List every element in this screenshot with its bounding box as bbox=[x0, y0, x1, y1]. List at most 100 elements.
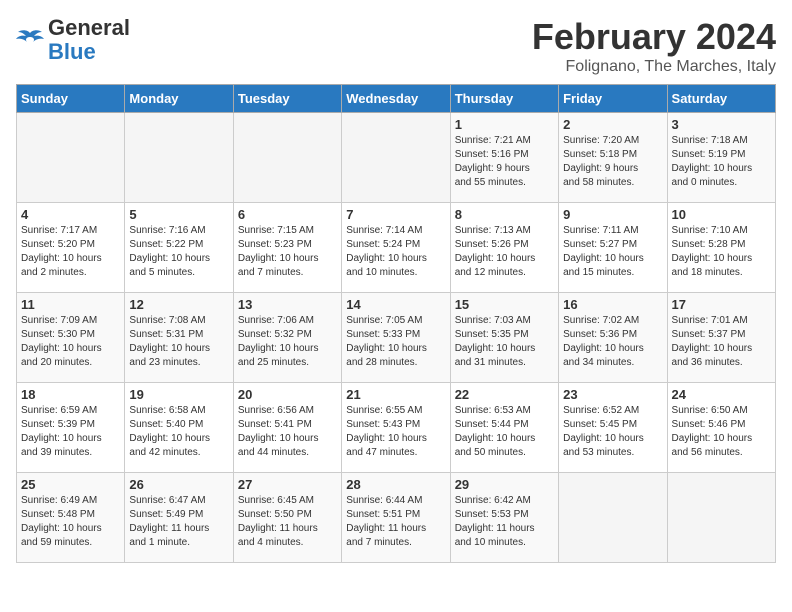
day-info: Sunrise: 6:49 AMSunset: 5:48 PMDaylight:… bbox=[21, 494, 120, 550]
calendar-cell: 8 Sunrise: 7:13 AMSunset: 5:26 PMDaylight… bbox=[450, 203, 558, 293]
day-info: Sunrise: 7:10 AMSunset: 5:28 PMDaylight:… bbox=[672, 224, 771, 280]
day-info: Sunrise: 7:02 AMSunset: 5:36 PMDaylight:… bbox=[563, 314, 662, 370]
calendar-cell: 14Sunrise: 7:05 AMSunset: 5:33 PMDayligh… bbox=[342, 293, 450, 383]
calendar-cell: 20 Sunrise: 6:56 AMSunset: 5:41 PMDayligh… bbox=[233, 383, 341, 473]
day-number: 26 bbox=[129, 477, 228, 492]
day-info: Sunrise: 6:44 AMSunset: 5:51 PMDaylight:… bbox=[346, 494, 445, 550]
day-header-monday: Monday bbox=[125, 85, 233, 113]
day-number: 18 bbox=[21, 387, 120, 402]
day-info: Sunrise: 7:13 AMSunset: 5:26 PMDaylight:… bbox=[455, 224, 554, 280]
day-number: 7 bbox=[346, 207, 445, 222]
calendar-cell: 4 Sunrise: 7:17 AMSunset: 5:20 PMDaylight… bbox=[17, 203, 125, 293]
calendar-cell: 7 Sunrise: 7:14 AMSunset: 5:24 PMDaylight… bbox=[342, 203, 450, 293]
calendar-cell: 1 Sunrise: 7:21 AMSunset: 5:16 PMDaylight… bbox=[450, 113, 558, 203]
day-info: Sunrise: 7:14 AMSunset: 5:24 PMDaylight:… bbox=[346, 224, 445, 280]
day-header-tuesday: Tuesday bbox=[233, 85, 341, 113]
calendar-cell: 29 Sunrise: 6:42 AMSunset: 5:53 PMDayligh… bbox=[450, 473, 558, 563]
calendar-cell: 2 Sunrise: 7:20 AMSunset: 5:18 PMDaylight… bbox=[559, 113, 667, 203]
day-number: 23 bbox=[563, 387, 662, 402]
calendar-cell: 17 Sunrise: 7:01 AMSunset: 5:37 PMDayligh… bbox=[667, 293, 775, 383]
title-area: February 2024 Folignano, The Marches, It… bbox=[532, 16, 776, 76]
logo: GeneralBlue bbox=[16, 16, 130, 64]
calendar-cell: 9 Sunrise: 7:11 AMSunset: 5:27 PMDaylight… bbox=[559, 203, 667, 293]
day-number: 13 bbox=[238, 297, 337, 312]
calendar-cell: 10 Sunrise: 7:10 AMSunset: 5:28 PMDayligh… bbox=[667, 203, 775, 293]
day-info: Sunrise: 6:42 AMSunset: 5:53 PMDaylight:… bbox=[455, 494, 554, 550]
calendar-cell: 13 Sunrise: 7:06 AMSunset: 5:32 PMDayligh… bbox=[233, 293, 341, 383]
day-number: 20 bbox=[238, 387, 337, 402]
calendar-cell: 28 Sunrise: 6:44 AMSunset: 5:51 PMDayligh… bbox=[342, 473, 450, 563]
calendar-cell bbox=[667, 473, 775, 563]
day-number: 27 bbox=[238, 477, 337, 492]
day-number: 22 bbox=[455, 387, 554, 402]
day-header-friday: Friday bbox=[559, 85, 667, 113]
header: GeneralBlue February 2024 Folignano, The… bbox=[16, 16, 776, 76]
day-number: 8 bbox=[455, 207, 554, 222]
calendar-cell bbox=[17, 113, 125, 203]
main-title: February 2024 bbox=[532, 16, 776, 58]
calendar-cell bbox=[559, 473, 667, 563]
day-number: 12 bbox=[129, 297, 228, 312]
calendar-cell: 16 Sunrise: 7:02 AMSunset: 5:36 PMDayligh… bbox=[559, 293, 667, 383]
day-info: Sunrise: 6:45 AMSunset: 5:50 PMDaylight:… bbox=[238, 494, 337, 550]
calendar-cell: 11 Sunrise: 7:09 AMSunset: 5:30 PMDayligh… bbox=[17, 293, 125, 383]
day-number: 11 bbox=[21, 297, 120, 312]
day-number: 29 bbox=[455, 477, 554, 492]
day-number: 5 bbox=[129, 207, 228, 222]
day-info: Sunrise: 6:50 AMSunset: 5:46 PMDaylight:… bbox=[672, 404, 771, 460]
calendar-cell: 24 Sunrise: 6:50 AMSunset: 5:46 PMDayligh… bbox=[667, 383, 775, 473]
day-header-saturday: Saturday bbox=[667, 85, 775, 113]
day-info: Sunrise: 6:52 AMSunset: 5:45 PMDaylight:… bbox=[563, 404, 662, 460]
calendar-cell: 12 Sunrise: 7:08 AMSunset: 5:31 PMDayligh… bbox=[125, 293, 233, 383]
calendar-cell: 6Sunrise: 7:15 AMSunset: 5:23 PMDaylight… bbox=[233, 203, 341, 293]
calendar-cell: 27 Sunrise: 6:45 AMSunset: 5:50 PMDayligh… bbox=[233, 473, 341, 563]
day-number: 19 bbox=[129, 387, 228, 402]
day-number: 6 bbox=[238, 207, 337, 222]
calendar-cell: 3 Sunrise: 7:18 AMSunset: 5:19 PMDaylight… bbox=[667, 113, 775, 203]
day-number: 10 bbox=[672, 207, 771, 222]
day-header-wednesday: Wednesday bbox=[342, 85, 450, 113]
day-header-sunday: Sunday bbox=[17, 85, 125, 113]
calendar-cell: 21Sunrise: 6:55 AMSunset: 5:43 PMDayligh… bbox=[342, 383, 450, 473]
day-info: Sunrise: 7:06 AMSunset: 5:32 PMDaylight:… bbox=[238, 314, 337, 370]
day-info: Sunrise: 6:59 AMSunset: 5:39 PMDaylight:… bbox=[21, 404, 120, 460]
day-info: Sunrise: 7:03 AMSunset: 5:35 PMDaylight:… bbox=[455, 314, 554, 370]
day-info: Sunrise: 7:01 AMSunset: 5:37 PMDaylight:… bbox=[672, 314, 771, 370]
calendar-cell: 23 Sunrise: 6:52 AMSunset: 5:45 PMDayligh… bbox=[559, 383, 667, 473]
day-number: 25 bbox=[21, 477, 120, 492]
day-info: Sunrise: 6:47 AMSunset: 5:49 PMDaylight:… bbox=[129, 494, 228, 550]
day-number: 21 bbox=[346, 387, 445, 402]
calendar-cell: 15 Sunrise: 7:03 AMSunset: 5:35 PMDayligh… bbox=[450, 293, 558, 383]
day-info: Sunrise: 7:08 AMSunset: 5:31 PMDaylight:… bbox=[129, 314, 228, 370]
day-info: Sunrise: 6:53 AMSunset: 5:44 PMDaylight:… bbox=[455, 404, 554, 460]
day-number: 24 bbox=[672, 387, 771, 402]
day-number: 17 bbox=[672, 297, 771, 312]
day-info: Sunrise: 6:56 AMSunset: 5:41 PMDaylight:… bbox=[238, 404, 337, 460]
day-info: Sunrise: 7:16 AMSunset: 5:22 PMDaylight:… bbox=[129, 224, 228, 280]
day-number: 3 bbox=[672, 117, 771, 132]
calendar-cell: 5 Sunrise: 7:16 AMSunset: 5:22 PMDaylight… bbox=[125, 203, 233, 293]
day-number: 1 bbox=[455, 117, 554, 132]
day-number: 2 bbox=[563, 117, 662, 132]
calendar-cell bbox=[342, 113, 450, 203]
calendar-cell: 26 Sunrise: 6:47 AMSunset: 5:49 PMDayligh… bbox=[125, 473, 233, 563]
day-info: Sunrise: 7:17 AMSunset: 5:20 PMDaylight:… bbox=[21, 224, 120, 280]
day-number: 16 bbox=[563, 297, 662, 312]
day-info: Sunrise: 7:18 AMSunset: 5:19 PMDaylight:… bbox=[672, 134, 771, 190]
day-info: Sunrise: 7:21 AMSunset: 5:16 PMDaylight:… bbox=[455, 134, 554, 190]
calendar-cell bbox=[125, 113, 233, 203]
day-info: Sunrise: 7:11 AMSunset: 5:27 PMDaylight:… bbox=[563, 224, 662, 280]
day-number: 28 bbox=[346, 477, 445, 492]
day-number: 9 bbox=[563, 207, 662, 222]
day-info: Sunrise: 7:09 AMSunset: 5:30 PMDaylight:… bbox=[21, 314, 120, 370]
day-info: Sunrise: 7:20 AMSunset: 5:18 PMDaylight:… bbox=[563, 134, 662, 190]
calendar-cell: 18 Sunrise: 6:59 AMSunset: 5:39 PMDayligh… bbox=[17, 383, 125, 473]
logo-icon bbox=[16, 29, 44, 51]
calendar-table: SundayMondayTuesdayWednesdayThursdayFrid… bbox=[16, 84, 776, 563]
calendar-cell: 25 Sunrise: 6:49 AMSunset: 5:48 PMDayligh… bbox=[17, 473, 125, 563]
day-number: 4 bbox=[21, 207, 120, 222]
day-info: Sunrise: 7:05 AMSunset: 5:33 PMDaylight:… bbox=[346, 314, 445, 370]
calendar-cell: 22 Sunrise: 6:53 AMSunset: 5:44 PMDayligh… bbox=[450, 383, 558, 473]
day-number: 15 bbox=[455, 297, 554, 312]
calendar-cell: 19Sunrise: 6:58 AMSunset: 5:40 PMDayligh… bbox=[125, 383, 233, 473]
